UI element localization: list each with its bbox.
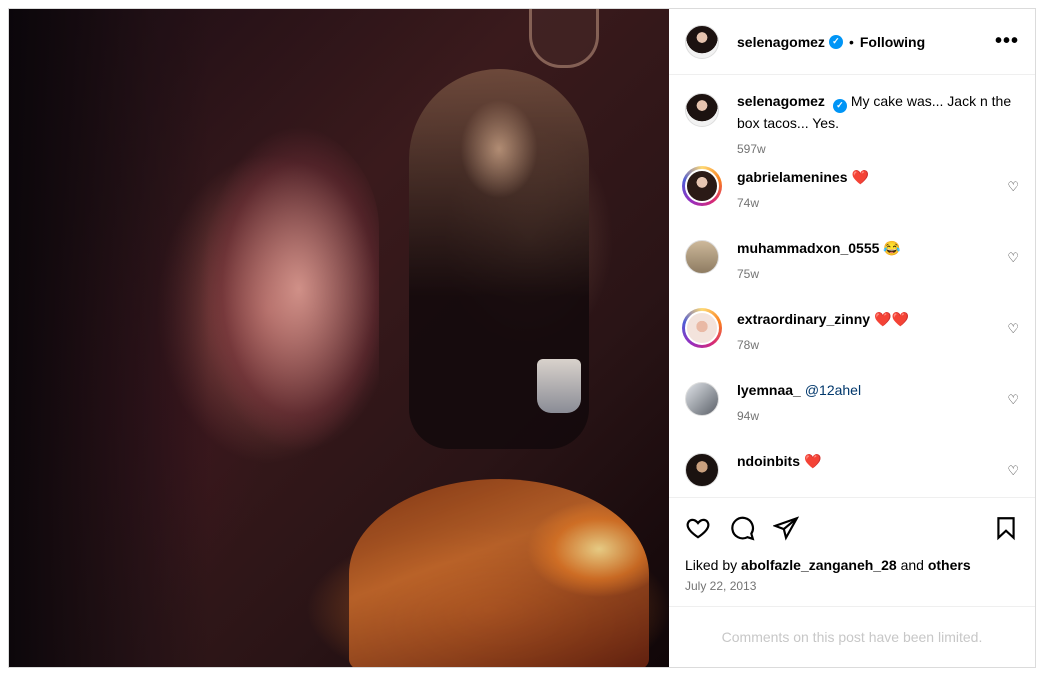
comment-text: ❤️❤️ bbox=[874, 311, 909, 327]
commenter-avatar[interactable] bbox=[685, 240, 719, 274]
liked-by-conj: and bbox=[900, 557, 924, 573]
comment-like-heart-icon[interactable]: ♡ bbox=[1007, 250, 1019, 266]
comments-list[interactable]: selenagomez ✓ My cake was... Jack n the b… bbox=[669, 75, 1035, 497]
liked-by-user[interactable]: abolfazle_zanganeh_28 bbox=[741, 557, 897, 573]
comment-time[interactable]: 75w bbox=[737, 267, 1019, 281]
caption: selenagomez ✓ My cake was... Jack n the b… bbox=[685, 91, 1019, 167]
author-username[interactable]: selenagomez bbox=[737, 34, 825, 50]
photo-cake bbox=[349, 479, 649, 667]
commenter-avatar[interactable] bbox=[685, 382, 719, 416]
liked-by-others[interactable]: others bbox=[928, 557, 971, 573]
comments-limited-notice: Comments on this post have been limited. bbox=[669, 606, 1035, 667]
caption-time[interactable]: 597w bbox=[737, 142, 1019, 156]
post-sidebar: selenagomez ✓ • Following ••• selenagome… bbox=[669, 9, 1035, 667]
commenter-avatar[interactable] bbox=[685, 311, 719, 345]
verified-icon: ✓ bbox=[832, 98, 847, 113]
commenter-avatar[interactable] bbox=[685, 453, 719, 487]
commenter-username[interactable]: ndoinbits bbox=[737, 453, 800, 469]
caption-avatar[interactable] bbox=[685, 93, 719, 127]
photo-hair bbox=[9, 9, 209, 667]
story-ring[interactable] bbox=[682, 166, 722, 206]
commenter-avatar[interactable] bbox=[685, 169, 719, 203]
caption-text: selenagomez ✓ My cake was... Jack n the b… bbox=[737, 91, 1019, 134]
comment-time[interactable]: 78w bbox=[737, 338, 1019, 352]
comment-like-heart-icon[interactable]: ♡ bbox=[1007, 463, 1019, 479]
likes-line: Liked by abolfazle_zanganeh_28 and other… bbox=[669, 557, 1035, 573]
more-options-icon[interactable]: ••• bbox=[995, 30, 1019, 53]
comment-icon[interactable] bbox=[729, 515, 755, 541]
comment-row: gabrielamenines ❤️ 74w ♡ bbox=[682, 166, 1019, 238]
commenter-username[interactable]: lyemnaa_ bbox=[737, 382, 801, 398]
post-dialog: selenagomez ✓ • Following ••• selenagome… bbox=[8, 8, 1036, 668]
post-date[interactable]: July 22, 2013 bbox=[669, 579, 1035, 593]
comment-like-heart-icon[interactable]: ♡ bbox=[1007, 321, 1019, 337]
commenter-username[interactable]: extraordinary_zinny bbox=[737, 311, 870, 327]
comment-time[interactable]: 74w bbox=[737, 196, 1019, 210]
comment-row: lyemnaa_ @12ahel 94w ♡ bbox=[685, 380, 1019, 451]
commenter-username[interactable]: muhammadxon_0555 bbox=[737, 240, 879, 256]
comment-text: 😂 bbox=[883, 240, 901, 256]
photo-cup bbox=[537, 359, 581, 413]
story-ring[interactable] bbox=[682, 308, 722, 348]
caption-username[interactable]: selenagomez bbox=[737, 93, 825, 109]
separator-dot: • bbox=[848, 33, 854, 50]
post-photo[interactable] bbox=[9, 9, 669, 667]
liked-by-prefix: Liked by bbox=[685, 557, 738, 573]
comment-row: muhammadxon_0555 😂 75w ♡ bbox=[685, 238, 1019, 309]
comment-text: ❤️ bbox=[851, 169, 869, 185]
share-icon[interactable] bbox=[773, 515, 799, 541]
post-header: selenagomez ✓ • Following ••• bbox=[669, 9, 1035, 75]
comment-mention[interactable]: @12ahel bbox=[805, 382, 861, 398]
action-bar bbox=[669, 497, 1035, 557]
author-avatar[interactable] bbox=[685, 24, 719, 59]
comment-text: ❤️ bbox=[804, 453, 822, 469]
heart-icon[interactable] bbox=[685, 515, 711, 541]
comment-like-heart-icon[interactable]: ♡ bbox=[1007, 392, 1019, 408]
comment-time[interactable]: 94w bbox=[737, 409, 1019, 423]
comment-row: extraordinary_zinny ❤️❤️ 78w ♡ bbox=[682, 308, 1019, 380]
photo-window bbox=[529, 9, 599, 68]
comment-like-heart-icon[interactable]: ♡ bbox=[1007, 179, 1019, 195]
comment-row: ndoinbits ❤️ ♡ bbox=[685, 451, 1019, 497]
commenter-username[interactable]: gabrielamenines bbox=[737, 169, 848, 185]
following-button[interactable]: Following bbox=[860, 34, 925, 50]
bookmark-icon[interactable] bbox=[993, 515, 1019, 541]
verified-icon: ✓ bbox=[828, 34, 843, 49]
